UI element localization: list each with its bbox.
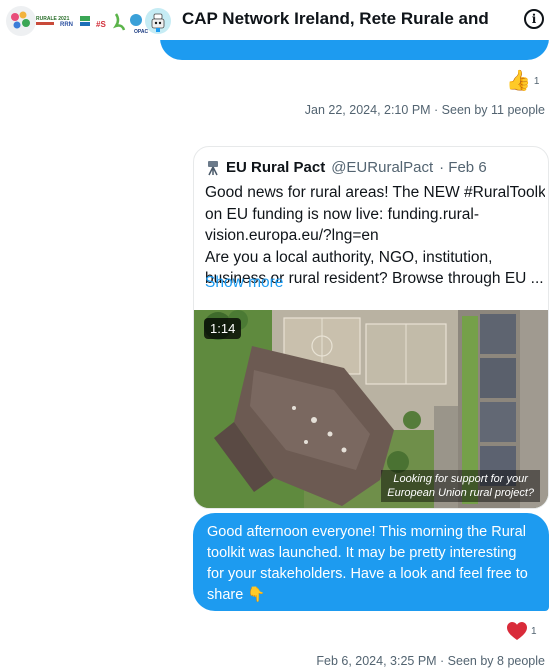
svg-text:RRN: RRN xyxy=(60,22,73,28)
video-caption-line: Looking for support for your xyxy=(393,473,528,485)
message-reaction[interactable]: 👍 1 xyxy=(506,70,539,92)
conversation-title[interactable]: CAP Network Ireland, Rete Rurale and 12 xyxy=(182,9,494,29)
post-text-line: on EU funding is now live: funding.rural… xyxy=(205,205,479,223)
message-bubble[interactable]: Good afternoon everyone! This morning th… xyxy=(193,513,549,611)
video-duration: 1:14 xyxy=(204,318,242,339)
show-more-link[interactable]: Show more xyxy=(205,274,283,292)
thumbs-up-icon: 👍 xyxy=(506,70,531,92)
post-text-line: Are you a local authority, NGO, institut… xyxy=(205,248,493,266)
message-text-line: toolkit was launched. It may be pretty i… xyxy=(207,545,517,561)
post-author-handle[interactable]: @EURuralPact xyxy=(331,159,433,176)
reaction-count: 1 xyxy=(531,625,537,637)
message-meta: Feb 6, 2024, 3:25 PM · Seen by 8 people xyxy=(316,654,545,668)
conversation-header: RURALE 2021 RRN #S OPAC CAP Network Irel… xyxy=(0,0,549,40)
message-meta: Jan 22, 2024, 2:10 PM · Seen by 11 peopl… xyxy=(304,103,545,117)
video-caption-line: European Union rural project? xyxy=(387,487,534,499)
bot-avatar-icon xyxy=(145,8,171,34)
shared-post-card[interactable]: EU Rural Pact @EURuralPact · Feb 6 Good … xyxy=(193,146,549,509)
post-header: EU Rural Pact @EURuralPact · Feb 6 xyxy=(206,159,487,176)
reaction-count: 1 xyxy=(533,75,540,87)
post-date: · Feb 6 xyxy=(439,159,487,176)
svg-text:#S: #S xyxy=(96,20,106,29)
message-text-line: share 👇 xyxy=(207,587,266,603)
video-caption: Looking for support for your European Un… xyxy=(381,470,540,502)
message-reaction[interactable]: 1 xyxy=(506,621,537,641)
message-text-line: Good afternoon everyone! This morning th… xyxy=(207,524,526,540)
heart-icon xyxy=(507,622,527,640)
post-text-line: vision.europa.eu/?lng=en xyxy=(205,227,379,244)
author-avatar-icon xyxy=(208,160,218,175)
post-text-line: Good news for rural areas! The NEW #Rura… xyxy=(205,184,545,201)
message-text-line: for your stakeholders. Have a look and f… xyxy=(207,566,528,582)
post-author-name[interactable]: EU Rural Pact xyxy=(226,159,325,176)
group-avatars[interactable]: RURALE 2021 RRN #S OPAC xyxy=(4,4,174,38)
info-icon[interactable]: i xyxy=(524,9,544,29)
